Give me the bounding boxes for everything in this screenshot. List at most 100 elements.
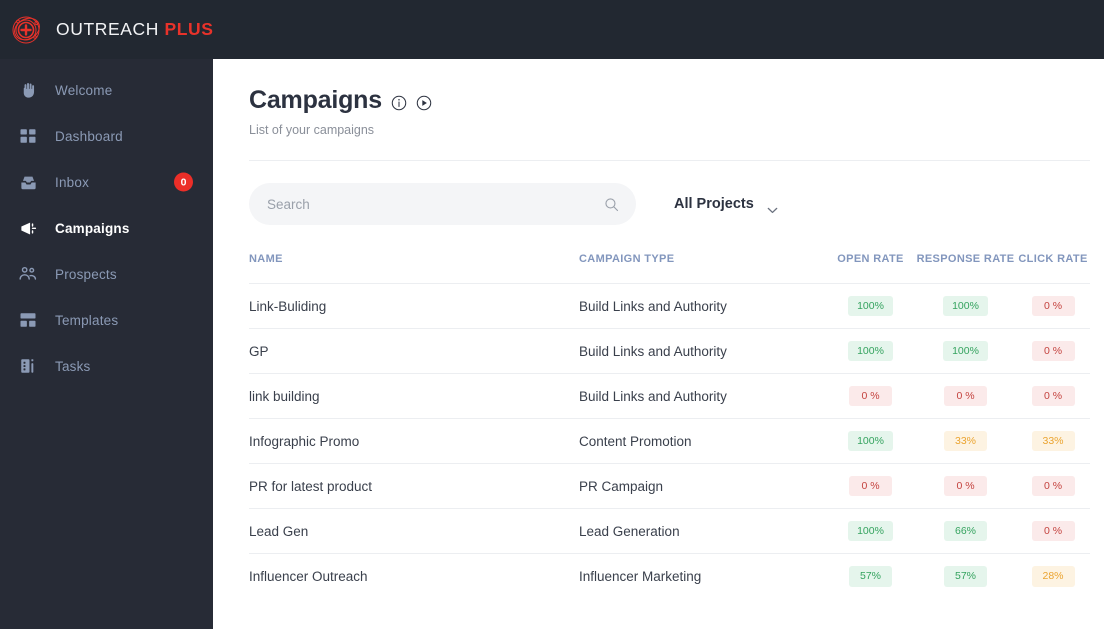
response-rate-badge: 100%	[943, 295, 988, 317]
table-header-row: Name Campaign Type Open Rate Response Ra…	[249, 253, 1090, 284]
project-filter-label: All Projects	[674, 196, 754, 212]
cell-campaign-type: Build Links and Authority	[579, 388, 727, 404]
filter-bar: All Projects	[249, 183, 1104, 225]
table-row[interactable]: GP Build Links and Authority 100% 100% 0…	[249, 329, 1090, 374]
response-rate-badge: 0 %	[944, 475, 987, 497]
table-row[interactable]: Link-Buliding Build Links and Authority …	[249, 284, 1090, 329]
sidebar-item-label: Tasks	[55, 358, 91, 374]
table-body: Link-Buliding Build Links and Authority …	[249, 284, 1090, 599]
cell-name: Infographic Promo	[249, 433, 360, 449]
click-rate-badge: 28%	[1031, 566, 1075, 587]
cell-name: Influencer Outreach	[249, 569, 368, 584]
click-rate-badge: 0 %	[1031, 295, 1075, 317]
table-row[interactable]: Lead Gen Lead Generation 100% 66% 0 %	[249, 509, 1090, 554]
search-input[interactable]	[249, 183, 636, 225]
cell-open-rate: 100%	[826, 430, 915, 452]
open-rate-badge: 100%	[848, 340, 893, 362]
sidebar-item-label: Prospects	[55, 266, 117, 282]
column-header-click-rate[interactable]: Click Rate	[1016, 253, 1090, 265]
target-plus-logo-icon	[11, 14, 43, 46]
main-content: Campaigns List of your campaigns Search …	[213, 59, 1104, 629]
cell-response-rate: 100%	[915, 295, 1016, 317]
cell-click-rate: 0 %	[1016, 340, 1090, 362]
sidebar-item-templates[interactable]: Templates	[0, 297, 213, 343]
people-icon	[17, 263, 39, 285]
page-title: Campaigns	[249, 86, 382, 114]
megaphone-icon	[17, 217, 39, 239]
table-row[interactable]: PR for latest product PR Campaign 0 % 0 …	[249, 464, 1090, 509]
sidebar-item-dashboard[interactable]: Dashboard	[0, 113, 213, 159]
cell-name: Link-Buliding	[249, 298, 327, 314]
cell-open-rate: 100%	[826, 295, 915, 317]
chevron-down-icon	[767, 201, 778, 213]
cell-click-rate: 0 %	[1016, 475, 1090, 497]
cell-campaign-type: Lead Generation	[579, 523, 680, 539]
response-rate-badge: 0 %	[944, 385, 987, 407]
sidebar-item-label: Welcome	[55, 82, 113, 98]
cell-open-rate: 100%	[826, 520, 915, 542]
cell-response-rate: 100%	[915, 340, 1016, 362]
cell-click-rate: 0 %	[1016, 385, 1090, 407]
cell-campaign-type: Content Promotion	[579, 433, 692, 449]
play-circle-icon[interactable]	[416, 95, 432, 111]
tasks-list-icon	[17, 355, 39, 377]
inbox-count-badge: 0	[174, 172, 193, 192]
header-divider	[249, 160, 1090, 161]
column-header-campaign-type[interactable]: Campaign Type	[579, 253, 826, 265]
sidebar-item-label: Templates	[55, 312, 119, 328]
column-header-response-rate[interactable]: Response Rate	[915, 253, 1016, 265]
cell-open-rate: 57%	[826, 566, 915, 587]
campaigns-table: Name Campaign Type Open Rate Response Ra…	[249, 253, 1090, 599]
top-header-bar: OUTREACH PLUS	[0, 0, 1104, 59]
cell-click-rate: 0 %	[1016, 295, 1090, 317]
project-filter-dropdown[interactable]: All Projects	[674, 196, 778, 213]
click-rate-badge: 0 %	[1031, 475, 1075, 497]
title-row: Campaigns	[249, 86, 1104, 115]
response-rate-badge: 57%	[944, 566, 987, 587]
cell-response-rate: 33%	[915, 430, 1016, 452]
cell-campaign-type: Influencer Marketing	[579, 569, 702, 584]
table-row[interactable]: Infographic Promo Content Promotion 100%…	[249, 419, 1090, 464]
cell-click-rate: 33%	[1016, 430, 1090, 452]
click-rate-badge: 0 %	[1031, 520, 1075, 542]
cell-click-rate: 0 %	[1016, 520, 1090, 542]
cell-name: link building	[249, 388, 320, 404]
cell-click-rate: 28%	[1016, 566, 1090, 587]
sidebar-item-welcome[interactable]: Welcome	[0, 67, 213, 113]
open-rate-badge: 0 %	[849, 475, 892, 497]
brand-name-primary: OUTREACH	[56, 19, 159, 39]
response-rate-badge: 100%	[943, 340, 988, 362]
sidebar-item-campaigns[interactable]: Campaigns	[0, 205, 213, 251]
sidebar-item-label: Campaigns	[55, 220, 130, 236]
sidebar-item-label: Dashboard	[55, 128, 123, 144]
sidebar-item-prospects[interactable]: Prospects	[0, 251, 213, 297]
cell-open-rate: 0 %	[826, 385, 915, 407]
cell-response-rate: 0 %	[915, 475, 1016, 497]
sidebar-item-tasks[interactable]: Tasks	[0, 343, 213, 389]
cell-campaign-type: Build Links and Authority	[579, 298, 727, 314]
table-header: Name Campaign Type Open Rate Response Ra…	[249, 253, 1090, 284]
open-rate-badge: 100%	[848, 295, 893, 317]
cell-name: Lead Gen	[249, 523, 309, 539]
response-rate-badge: 66%	[944, 520, 987, 542]
click-rate-badge: 0 %	[1031, 340, 1075, 362]
cell-open-rate: 0 %	[826, 475, 915, 497]
grid-icon	[17, 125, 39, 147]
brand-name-accent: PLUS	[164, 19, 214, 39]
table-row[interactable]: Influencer Outreach Influencer Marketing…	[249, 554, 1090, 599]
cell-open-rate: 100%	[826, 340, 915, 362]
hand-wave-icon	[17, 79, 39, 101]
info-circle-icon[interactable]	[391, 95, 407, 111]
column-header-name[interactable]: Name	[249, 253, 579, 265]
table-row[interactable]: link building Build Links and Authority …	[249, 374, 1090, 419]
brand-name: OUTREACH PLUS	[56, 19, 214, 40]
page-subtitle: List of your campaigns	[249, 123, 375, 137]
sidebar-item-inbox[interactable]: Inbox 0	[0, 159, 213, 205]
search-box[interactable]	[249, 183, 636, 225]
sidebar-item-label: Inbox	[55, 174, 90, 190]
click-rate-badge: 0 %	[1031, 385, 1075, 407]
column-header-open-rate[interactable]: Open Rate	[826, 253, 915, 265]
brand-logo[interactable]: OUTREACH PLUS	[0, 14, 214, 46]
cell-campaign-type: PR Campaign	[579, 478, 664, 494]
open-rate-badge: 57%	[849, 566, 892, 587]
